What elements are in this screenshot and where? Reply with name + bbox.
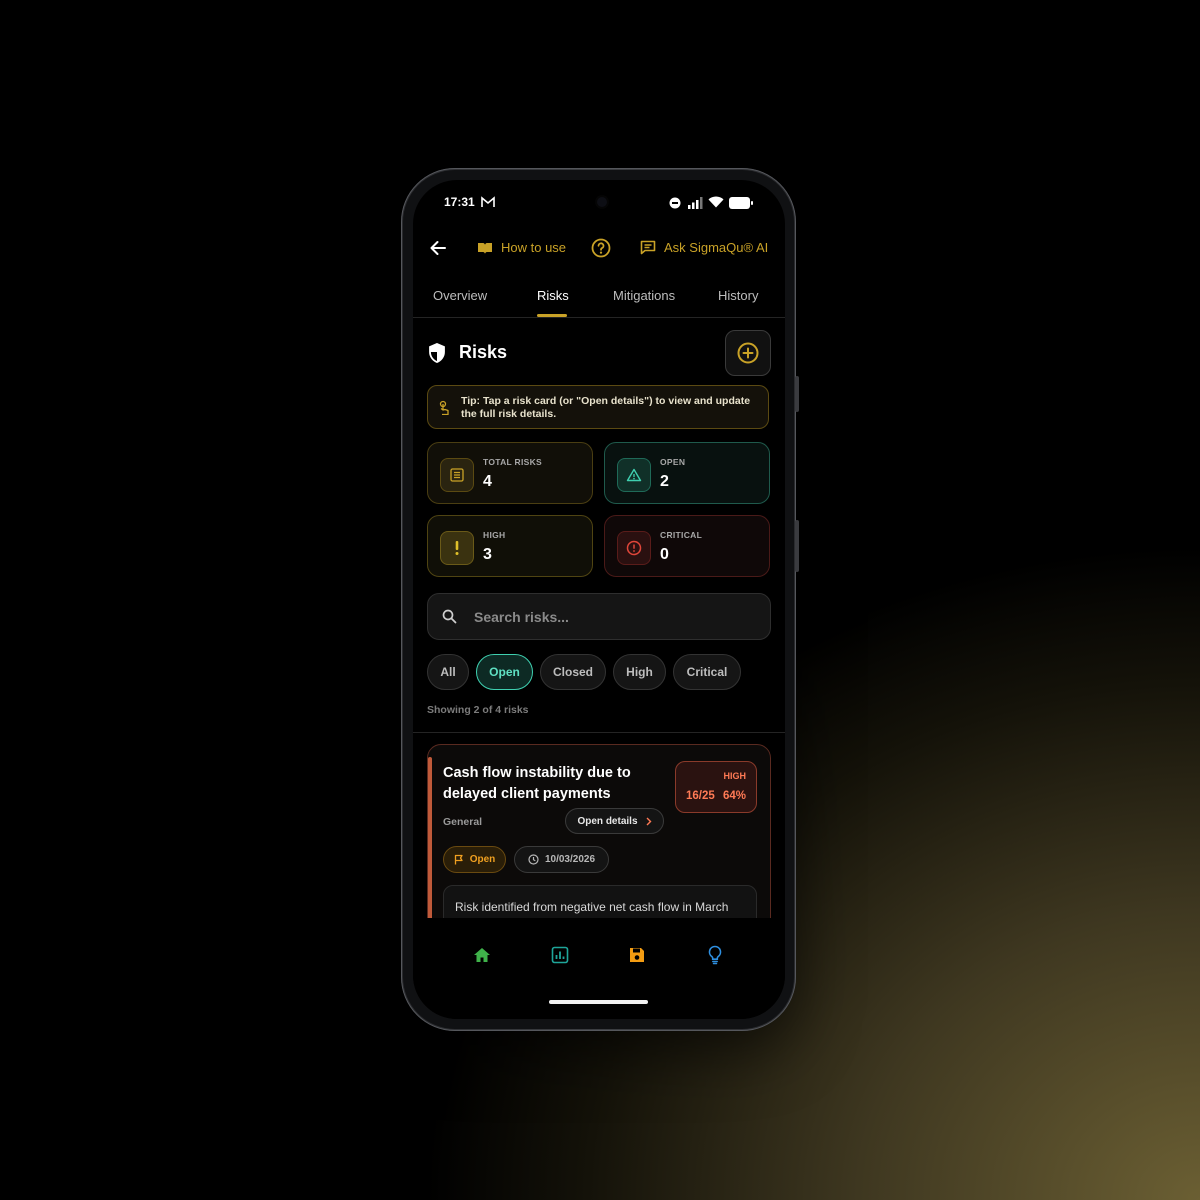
open-details-button[interactable]: Open details: [565, 808, 664, 834]
tabs-divider: [413, 317, 785, 318]
stat-label: HIGH: [483, 530, 506, 540]
tab-overview[interactable]: Overview: [433, 288, 487, 303]
chat-icon: [640, 240, 656, 255]
results-count: Showing 2 of 4 risks: [427, 704, 529, 716]
lightbulb-icon[interactable]: [704, 944, 726, 966]
open-details-label: Open details: [577, 815, 638, 827]
dnd-icon: [669, 196, 681, 214]
risk-description: Risk identified from negative net cash f…: [455, 900, 729, 914]
shield-icon: [428, 343, 446, 368]
list-icon: [440, 458, 474, 492]
chevron-right-icon: [646, 817, 651, 825]
stat-label: OPEN: [660, 457, 686, 467]
power-button: [795, 520, 799, 572]
tab-history[interactable]: History: [718, 288, 758, 303]
stat-value: 3: [483, 546, 492, 563]
filter-high[interactable]: High: [613, 654, 666, 690]
stat-open[interactable]: OPEN 2: [604, 442, 770, 504]
alert-circle-icon: [617, 531, 651, 565]
status-label: Open: [469, 854, 496, 865]
severity-accent-bar: [428, 757, 432, 943]
home-indicator[interactable]: [549, 1000, 648, 1004]
search-icon: [442, 609, 457, 629]
tip-text: Tip: Tap a risk card (or "Open details")…: [461, 395, 751, 420]
chart-icon[interactable]: [549, 944, 571, 966]
filter-closed[interactable]: Closed: [540, 654, 606, 690]
clock-icon: [528, 854, 539, 865]
flag-icon: [454, 854, 463, 865]
stat-high[interactable]: HIGH 3: [427, 515, 593, 577]
page-title: Risks: [459, 342, 508, 362]
risk-category: General: [443, 816, 483, 828]
filter-critical[interactable]: Critical: [673, 654, 741, 690]
tap-hand-icon: [438, 400, 450, 420]
risk-title: Cash flow instability due to delayed cli…: [443, 765, 631, 802]
stat-value: 4: [483, 473, 492, 490]
status-badge: Open: [443, 846, 506, 873]
stat-value: 0: [660, 546, 669, 563]
filter-open[interactable]: Open: [476, 654, 533, 690]
help-icon[interactable]: [591, 238, 611, 263]
stat-total-risks[interactable]: TOTAL RISKS 4: [427, 442, 593, 504]
home-icon[interactable]: [471, 944, 493, 966]
stat-critical[interactable]: CRITICAL 0: [604, 515, 770, 577]
status-time: 17:31: [444, 195, 475, 209]
how-to-use-label: How to use: [501, 240, 567, 255]
wifi-icon: [708, 195, 724, 213]
front-camera: [597, 197, 607, 207]
gmail-icon: [481, 195, 495, 213]
date-badge: 10/03/2026: [514, 846, 609, 873]
risk-score: 16/25: [686, 790, 715, 802]
battery-icon: [729, 196, 753, 214]
severity-badge: HIGH 16/25 64%: [675, 761, 757, 813]
back-arrow-icon[interactable]: [429, 239, 447, 262]
signal-icon: [688, 196, 703, 214]
filter-all[interactable]: All: [427, 654, 469, 690]
risk-percent: 64%: [722, 790, 746, 802]
ask-ai-button[interactable]: Ask SigmaQu® AI: [640, 240, 768, 255]
search-input[interactable]: Search risks...: [427, 593, 771, 640]
save-icon[interactable]: [626, 944, 648, 966]
warning-triangle-icon: [617, 458, 651, 492]
risk-date: 10/03/2026: [544, 854, 596, 865]
exclamation-icon: [440, 531, 474, 565]
plus-circle-icon: [737, 342, 759, 364]
tip-banner: Tip: Tap a risk card (or "Open details")…: [427, 385, 769, 429]
risk-card[interactable]: Cash flow instability due to delayed cli…: [427, 744, 771, 944]
stat-label: TOTAL RISKS: [483, 457, 543, 467]
tab-mitigations[interactable]: Mitigations: [613, 288, 678, 303]
volume-up-button: [795, 376, 799, 412]
bottom-nav: [413, 918, 785, 1019]
how-to-use-button[interactable]: How to use: [477, 240, 566, 255]
stat-label: CRITICAL: [660, 530, 703, 540]
ask-ai-label: Ask SigmaQu® AI: [664, 240, 769, 255]
search-placeholder: Search risks...: [474, 609, 569, 625]
book-icon: [478, 242, 492, 254]
stat-value: 2: [660, 473, 669, 490]
severity-label: HIGH: [723, 771, 747, 781]
tab-risks[interactable]: Risks: [537, 288, 569, 303]
list-divider: [413, 732, 785, 733]
add-risk-button[interactable]: [725, 330, 771, 376]
phone-screen: 17:31 How to use Ask SigmaQu® AI Overvie…: [413, 180, 785, 1019]
